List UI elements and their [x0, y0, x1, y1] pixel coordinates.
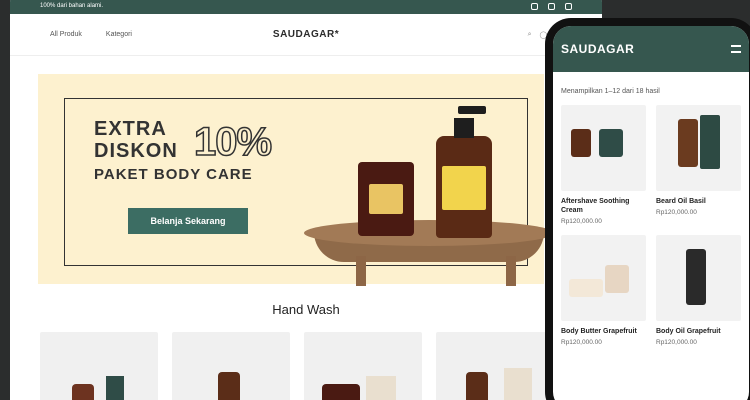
product-price: Rp120,000.00 [656, 209, 697, 216]
desktop-page-mockup: 100% dari bahan alami. All Produk Katego… [10, 0, 602, 400]
product-card[interactable] [304, 332, 422, 400]
product-card[interactable]: Beard Oil Basil Rp120,000.00 [656, 105, 741, 225]
phone-brand-logo[interactable]: SAUDAGAR [561, 42, 634, 56]
phone-mockup: SAUDAGAR Menampilkan 1–12 dari 18 hasil … [545, 18, 750, 400]
social-icons [531, 2, 572, 10]
result-count: Menampilkan 1–12 dari 18 hasil [561, 88, 660, 95]
product-image [218, 372, 240, 400]
phone-header: SAUDAGAR [553, 26, 749, 72]
product-card[interactable]: Aftershave Soothing Cream Rp120,000.00 [561, 105, 646, 225]
hero-percent: 10% [193, 119, 273, 165]
stool-leg [356, 256, 366, 286]
announcement-text: 100% dari bahan alami. [40, 3, 104, 9]
product-name[interactable]: Aftershave Soothing Cream [561, 197, 646, 215]
announcement-bar: 100% dari bahan alami. [10, 0, 602, 14]
product-image [322, 384, 360, 400]
candle-product-image [358, 162, 414, 236]
phone-screen: SAUDAGAR Menampilkan 1–12 dari 18 hasil … [553, 26, 749, 400]
product-name[interactable]: Body Butter Grapefruit [561, 327, 646, 336]
search-icon[interactable]: ⌕ [528, 31, 532, 39]
product-price: Rp120,000.00 [656, 339, 697, 346]
product-price: Rp120,000.00 [561, 339, 602, 346]
product-shape [599, 129, 623, 157]
product-image [466, 372, 488, 400]
product-card[interactable] [172, 332, 290, 400]
product-name[interactable]: Body Oil Grapefruit [656, 327, 741, 336]
nav-links: All Produk Kategori [50, 31, 132, 38]
product-shape [678, 119, 698, 167]
product-shape [569, 279, 603, 297]
product-shape [700, 115, 720, 169]
hero-line-3: PAKET BODY CARE [94, 166, 253, 183]
product-shape [571, 129, 591, 157]
bottle-neck [454, 118, 474, 138]
product-shape [605, 265, 629, 293]
product-box-image [366, 376, 396, 400]
brand-logo[interactable]: SAUDAGAR* [273, 29, 339, 40]
youtube-icon[interactable] [548, 2, 555, 10]
product-grid: Aftershave Soothing Cream Rp120,000.00 B… [553, 105, 749, 346]
nav-link-kategori[interactable]: Kategori [106, 31, 132, 38]
stool-top [304, 220, 554, 246]
site-nav: All Produk Kategori SAUDAGAR* ⌕ ◯ ▢ [10, 14, 602, 56]
product-card[interactable] [436, 332, 554, 400]
product-image [561, 235, 646, 321]
product-card[interactable]: Body Oil Grapefruit Rp120,000.00 [656, 235, 741, 346]
facebook-icon[interactable] [565, 2, 572, 10]
product-card[interactable]: Body Butter Grapefruit Rp120,000.00 [561, 235, 646, 346]
shop-now-button[interactable]: Belanja Sekarang [128, 208, 248, 234]
product-shape [686, 249, 706, 305]
product-image [656, 105, 741, 191]
candle-label [369, 184, 403, 214]
product-image [656, 235, 741, 321]
product-card[interactable] [40, 332, 158, 400]
bottle-pump [458, 106, 486, 114]
product-image [561, 105, 646, 191]
bottle-label [442, 166, 486, 210]
nav-link-all-produk[interactable]: All Produk [50, 31, 82, 38]
product-image [72, 384, 94, 400]
product-box-image [106, 376, 124, 400]
product-name[interactable]: Beard Oil Basil [656, 197, 741, 206]
lotion-bottle-image [436, 106, 492, 238]
instagram-icon[interactable] [531, 2, 538, 10]
hamburger-menu-icon[interactable] [731, 45, 741, 53]
stool-leg [506, 256, 516, 286]
hero-banner: EXTRA DISKON PAKET BODY CARE 10% Belanja… [38, 74, 554, 286]
product-row [40, 332, 554, 400]
product-box-image [504, 368, 532, 400]
section-title: Hand Wash [272, 302, 340, 317]
product-price: Rp120,000.00 [561, 218, 602, 225]
